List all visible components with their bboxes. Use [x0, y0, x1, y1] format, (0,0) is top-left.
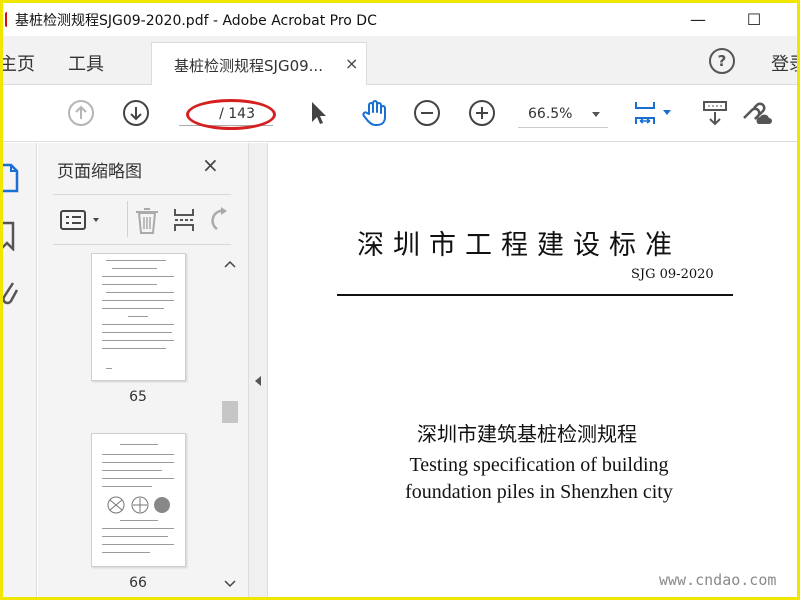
scroll-up-icon[interactable] — [224, 259, 236, 269]
next-page-icon[interactable] — [121, 98, 151, 128]
divider — [53, 244, 231, 245]
title-rule — [337, 294, 733, 296]
panel-toolbar — [53, 201, 233, 241]
tab-document[interactable]: 基桩检测规程SJG09... × — [151, 42, 367, 85]
insert-page-icon[interactable] — [171, 205, 199, 239]
document-title-english-line2: foundation piles in Shenzhen city — [405, 481, 673, 503]
highlight-oval — [186, 99, 276, 130]
watermark: www.cndao.com — [659, 571, 777, 589]
share-link-icon[interactable] — [738, 98, 774, 128]
maximize-button[interactable]: ☐ — [731, 3, 777, 35]
page-thumbnail-65[interactable] — [91, 253, 186, 381]
collapse-arrow-icon — [255, 376, 261, 386]
scroll-down-icon[interactable] — [224, 579, 236, 589]
page-thumbnail-66[interactable] — [91, 433, 186, 567]
thumbnail-page-number: 66 — [129, 575, 147, 591]
document-title-english-line1: Testing specification of building — [409, 454, 669, 476]
toolbar: / 143 66.5% — [3, 86, 797, 142]
hand-tool-icon[interactable] — [359, 98, 389, 128]
thumbnail-panel: 页面缩略图 × 65 66 — [38, 143, 248, 597]
rotate-page-icon[interactable] — [209, 205, 233, 239]
title-bar: 基桩检测规程SJG09-2020.pdf - Adobe Acrobat Pro… — [3, 3, 797, 36]
zoom-out-icon[interactable] — [412, 98, 442, 128]
select-tool-icon[interactable] — [303, 98, 333, 128]
standard-title: 深圳市工程建设标准 — [357, 230, 681, 261]
close-tab-icon[interactable]: × — [345, 54, 358, 73]
help-icon[interactable]: ? — [709, 48, 735, 74]
previous-page-icon[interactable] — [66, 98, 96, 128]
delete-page-icon[interactable] — [133, 205, 161, 239]
collapse-panel-strip[interactable] — [248, 143, 268, 597]
zoom-dropdown[interactable]: 66.5% — [518, 102, 608, 128]
attachment-icon[interactable] — [3, 277, 19, 315]
pile-diagram — [106, 494, 172, 520]
left-nav-rail — [3, 143, 37, 597]
thumbnail-list: 65 66 — [38, 253, 238, 597]
divider — [53, 194, 231, 195]
close-panel-icon[interactable]: × — [202, 153, 219, 177]
divider — [127, 201, 128, 237]
app-window: 基桩检测规程SJG09-2020.pdf - Adobe Acrobat Pro… — [3, 3, 797, 597]
tab-bar: 主页 工具 基桩检测规程SJG09... × ? 登录 — [3, 36, 797, 85]
document-title-chinese: 深圳市建筑基桩检测规程 — [417, 422, 637, 446]
document-tab-label: 基桩检测规程SJG09... — [174, 57, 323, 75]
scan-icon[interactable] — [700, 98, 730, 128]
thumbnail-scrollbar[interactable] — [221, 256, 239, 594]
acrobat-icon — [5, 12, 11, 27]
tab-tools[interactable]: 工具 — [68, 50, 104, 76]
page-thumbnails-icon[interactable] — [3, 163, 19, 197]
fit-page-icon[interactable] — [631, 98, 675, 128]
zoom-in-icon[interactable] — [467, 98, 497, 128]
minimize-button[interactable]: — — [675, 3, 721, 35]
document-page: 深圳市工程建设标准 SJG 09-2020 深圳市建筑基桩检测规程 Testin… — [269, 143, 797, 597]
options-menu-icon[interactable] — [59, 207, 105, 239]
chevron-down-icon — [592, 112, 600, 117]
bookmark-icon[interactable] — [3, 221, 19, 255]
thumbnail-page-number: 65 — [129, 389, 147, 405]
sign-in-link[interactable]: 登录 — [771, 50, 797, 76]
scrollbar-thumb[interactable] — [222, 401, 238, 423]
tab-home[interactable]: 主页 — [3, 50, 35, 76]
panel-title: 页面缩略图 — [57, 162, 142, 182]
zoom-value: 66.5% — [528, 106, 573, 122]
window-title: 基桩检测规程SJG09-2020.pdf - Adobe Acrobat Pro… — [15, 13, 377, 29]
standard-code: SJG 09-2020 — [631, 267, 714, 282]
